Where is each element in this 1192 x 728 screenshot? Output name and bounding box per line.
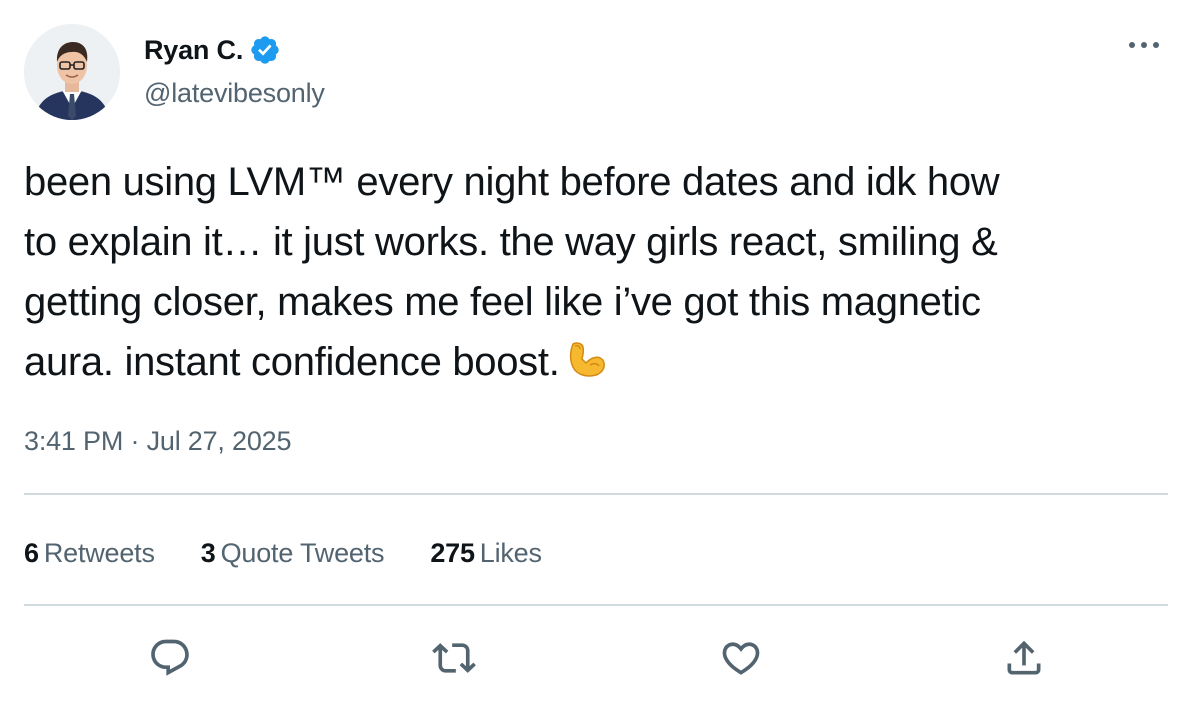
retweet-icon [432, 643, 476, 673]
tweet-text-line: been using LVM™ every night before dates… [24, 160, 1000, 204]
share-button[interactable] [996, 630, 1052, 686]
avatar-photo-icon [24, 24, 120, 120]
retweets-label: Retweets [43, 537, 155, 568]
tweet-timestamp[interactable]: 3:41 PM · Jul 27, 2025 [24, 426, 291, 457]
quote-tweets-stat[interactable]: 3 Quote Tweets [201, 538, 385, 569]
heart-icon [722, 642, 760, 675]
quote-tweets-count: 3 [200, 537, 216, 568]
author-name-row[interactable]: Ryan C. [144, 30, 281, 70]
tweet-date[interactable]: Jul 27, 2025 [147, 426, 292, 456]
tweet-text-line: getting closer, makes me feel like i’ve … [24, 280, 981, 324]
flexed-biceps-emoji-icon [564, 337, 608, 381]
action-bar [0, 630, 1192, 686]
likes-count: 275 [430, 537, 475, 568]
reply-button[interactable] [142, 630, 198, 686]
tweet-text: been using LVM™ every night before dates… [24, 152, 1174, 392]
like-button[interactable] [713, 630, 769, 686]
author-handle[interactable]: @latevibesonly [144, 78, 325, 109]
tweet-text-line: aura. instant confidence boost. [24, 340, 560, 384]
retweets-stat[interactable]: 6 Retweets [24, 538, 155, 569]
likes-stat[interactable]: 275 Likes [430, 537, 542, 569]
engagement-stats: 6 Retweets 3 Quote Tweets 275 Likes [24, 535, 588, 571]
tweet-time[interactable]: 3:41 PM [24, 426, 123, 456]
verified-badge-icon [249, 34, 281, 66]
likes-label: Likes [479, 537, 542, 568]
tweet-text-line: to explain it… it just works. the way gi… [24, 220, 998, 264]
avatar[interactable] [24, 24, 120, 120]
more-options-icon[interactable] [1124, 30, 1164, 60]
reply-icon [151, 639, 189, 676]
share-icon [1007, 640, 1041, 675]
divider [24, 493, 1168, 495]
display-name[interactable]: Ryan C. [144, 35, 243, 66]
retweets-count: 6 [24, 537, 39, 568]
tweet-text-line-last: aura. instant confidence boost. [24, 332, 1174, 392]
meta-separator: · [130, 426, 140, 456]
divider [24, 604, 1168, 606]
retweet-button[interactable] [426, 630, 482, 686]
tweet-card: Ryan C. @latevibesonly been using LVM™ e… [0, 0, 1192, 728]
quote-tweets-label: Quote Tweets [220, 537, 385, 568]
